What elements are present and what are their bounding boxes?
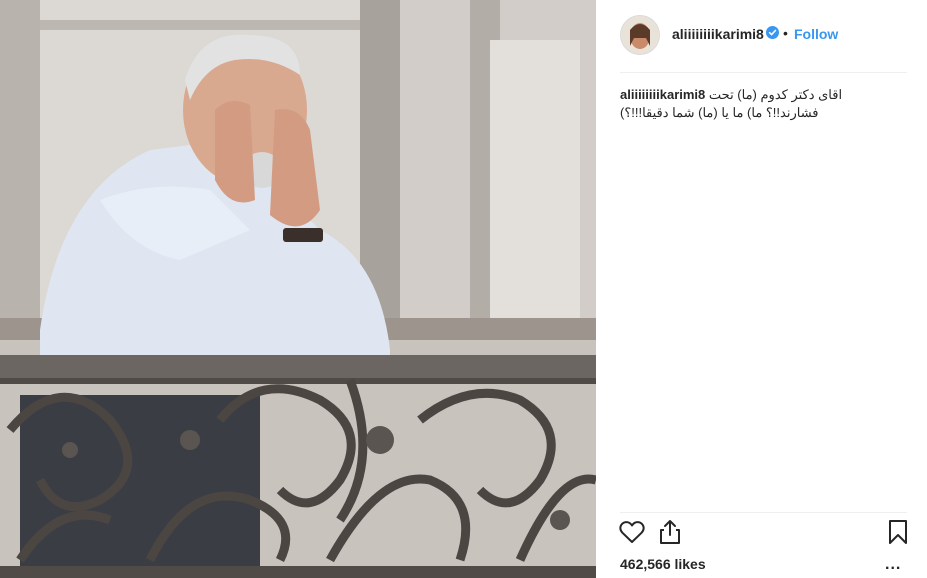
separator-dot: • <box>783 25 788 41</box>
post-photo[interactable] <box>0 0 596 578</box>
caption-username[interactable]: aliiiiiiiikarimi8 <box>620 87 705 102</box>
bookmark-icon[interactable] <box>884 518 912 546</box>
username[interactable]: aliiiiiiiikarimi8 <box>672 26 764 42</box>
photo-illustration <box>0 0 596 578</box>
post-side-panel: aliiiiiiiikarimi8 • Follow aliiiiiiiikar… <box>596 0 927 578</box>
instagram-post: aliiiiiiiikarimi8 • Follow aliiiiiiiikar… <box>0 0 927 578</box>
actions-divider <box>620 512 907 513</box>
post-header: aliiiiiiiikarimi8 • Follow <box>596 0 927 72</box>
avatar[interactable] <box>620 15 660 55</box>
follow-button[interactable]: Follow <box>794 26 838 42</box>
likes-count[interactable]: 462,566 likes <box>620 556 706 572</box>
header-divider <box>620 72 907 73</box>
caption: aliiiiiiiikarimi8 اقای دکتر کدوم (ما) تح… <box>620 86 880 122</box>
more-options-button[interactable]: ... <box>885 556 901 574</box>
verified-badge-icon <box>766 26 779 39</box>
share-icon[interactable] <box>656 518 684 546</box>
avatar-image <box>621 16 659 54</box>
heart-icon[interactable] <box>618 518 646 546</box>
action-bar <box>596 518 927 554</box>
